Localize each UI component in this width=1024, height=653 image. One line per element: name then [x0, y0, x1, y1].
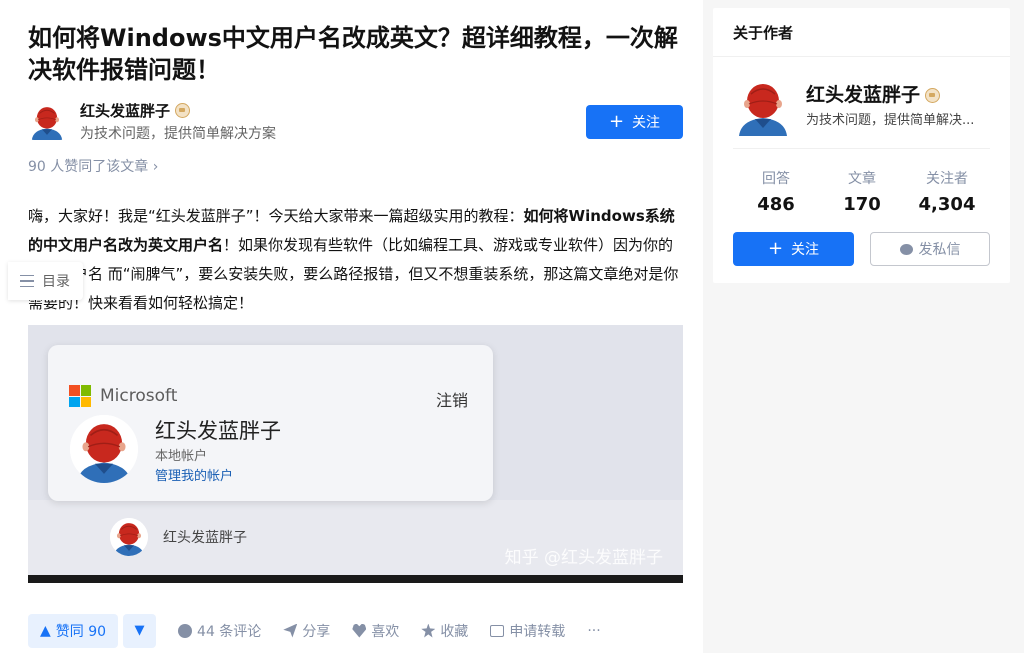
- signout-text: 注销: [435, 391, 468, 410]
- article-title: 如何将Windows中文用户名改成英文？超详细教程，一次解决软件报错问题！: [28, 24, 678, 84]
- more-label: ···: [587, 622, 601, 639]
- follow-label: 关注: [632, 115, 661, 131]
- toc-button[interactable]: 目录: [8, 262, 83, 300]
- send-message-label: 发私信: [918, 242, 961, 258]
- divider: [733, 148, 990, 149]
- comments-label: 44 条评论: [197, 623, 262, 640]
- sidebar-follow-button[interactable]: + 关注: [733, 232, 854, 266]
- upvote-button[interactable]: ▲ 赞同 90: [28, 613, 119, 648]
- toc-label: 目录: [42, 274, 70, 290]
- more-button[interactable]: ···: [587, 623, 600, 639]
- article-column: 如何将Windows中文用户名改成英文？超详细教程，一次解决软件报错问题！ 红头…: [0, 0, 703, 653]
- plus-icon: +: [608, 111, 625, 132]
- stat-label: 关注者: [926, 171, 968, 187]
- share-icon: [283, 623, 298, 638]
- stat-articles[interactable]: 文章 170: [817, 168, 907, 215]
- likes-summary-link[interactable]: 90 人赞同了该文章 ›: [28, 156, 158, 176]
- action-bar: ▲ 赞同 90 ▼ 44 条评论 分享 喜欢 收藏 申请转载 ···: [28, 613, 683, 648]
- verified-badge-icon: [175, 103, 191, 118]
- sidebar-author-desc: 为技术问题，提供简单解决...: [806, 113, 975, 128]
- intro-text-1: 嗨，大家好！我是“红头发蓝胖子”！今天给大家带来一篇超级实用的教程：: [28, 207, 524, 225]
- comments-button[interactable]: 44 条评论: [178, 621, 261, 641]
- stat-followers[interactable]: 关注者 4,304: [902, 168, 992, 215]
- downvote-button[interactable]: ▼: [123, 613, 157, 648]
- card-account-name: 红头发蓝胖子: [155, 419, 281, 443]
- message-bubble-icon: [899, 243, 913, 255]
- mini-account-name: 红头发蓝胖子: [163, 530, 247, 546]
- divider: [713, 56, 1010, 57]
- repost-icon: [490, 624, 505, 637]
- article-image: Microsoft 注销 红头发蓝胖子 本地帐户 管理我的帐户 红头发蓝胖子 知…: [28, 325, 683, 583]
- author-name[interactable]: 红头发蓝胖子: [80, 100, 191, 121]
- sidebar-follow-label: 关注: [791, 242, 820, 258]
- heart-icon: [352, 623, 367, 638]
- microsoft-brand-text: Microsoft: [100, 386, 178, 406]
- logo-square: [69, 385, 80, 396]
- author-avatar[interactable]: [28, 102, 66, 140]
- like-label: 喜欢: [371, 623, 400, 640]
- author-row: 红头发蓝胖子 为技术问题，提供简单解决方案 + 关注: [28, 100, 683, 144]
- about-author-card: 关于作者 红头发蓝胖子 为技术问题，提供简单解决... 回答 486 文章 17…: [713, 8, 1010, 283]
- logo-square: [80, 396, 91, 407]
- repost-button[interactable]: 申请转载: [490, 621, 565, 641]
- plus-icon: +: [767, 238, 784, 259]
- repost-label: 申请转载: [509, 623, 566, 640]
- stat-value: 170: [843, 194, 881, 215]
- like-button[interactable]: 喜欢: [352, 621, 399, 641]
- stat-answers[interactable]: 回答 486: [731, 168, 821, 215]
- about-author-heading: 关于作者: [733, 24, 794, 42]
- stat-value: 4,304: [918, 194, 976, 215]
- share-button[interactable]: 分享: [283, 621, 330, 641]
- sidebar-author-name-text[interactable]: 红头发蓝胖子: [806, 84, 920, 106]
- stat-label: 回答: [762, 171, 790, 187]
- stat-value: 486: [757, 194, 795, 215]
- logo-square: [80, 385, 91, 396]
- microsoft-logo-icon: [69, 385, 91, 407]
- article-intro: 嗨，大家好！我是“红头发蓝胖子”！今天给大家带来一篇超级实用的教程：如何将Win…: [28, 202, 686, 318]
- collect-label: 收藏: [440, 623, 469, 640]
- mini-avatar: [110, 518, 148, 556]
- account-card: Microsoft 注销 红头发蓝胖子 本地帐户 管理我的帐户: [48, 345, 493, 501]
- verified-badge-icon: [925, 88, 941, 103]
- list-icon: [20, 275, 34, 287]
- sidebar-avatar[interactable]: [733, 76, 793, 136]
- stat-label: 文章: [848, 171, 876, 187]
- send-message-button[interactable]: 发私信: [870, 232, 990, 266]
- star-icon: [421, 623, 436, 638]
- share-label: 分享: [302, 623, 331, 640]
- card-manage-link: 管理我的帐户: [155, 469, 234, 484]
- collect-button[interactable]: 收藏: [421, 621, 468, 641]
- card-avatar: [70, 415, 138, 483]
- triangle-down-icon: ▼: [134, 623, 145, 638]
- upvote-label: 赞同 90: [55, 623, 107, 640]
- comment-icon: [178, 623, 193, 638]
- author-name-text[interactable]: 红头发蓝胖子: [80, 102, 170, 120]
- logo-square: [69, 396, 80, 407]
- watermark-text: 知乎 @红头发蓝胖子: [504, 548, 663, 568]
- author-description: 为技术问题，提供简单解决方案: [80, 126, 276, 142]
- triangle-up-icon: ▲: [40, 622, 51, 639]
- sidebar-author-name[interactable]: 红头发蓝胖子: [806, 80, 941, 107]
- follow-button[interactable]: + 关注: [586, 105, 683, 139]
- card-account-type: 本地帐户: [155, 449, 208, 464]
